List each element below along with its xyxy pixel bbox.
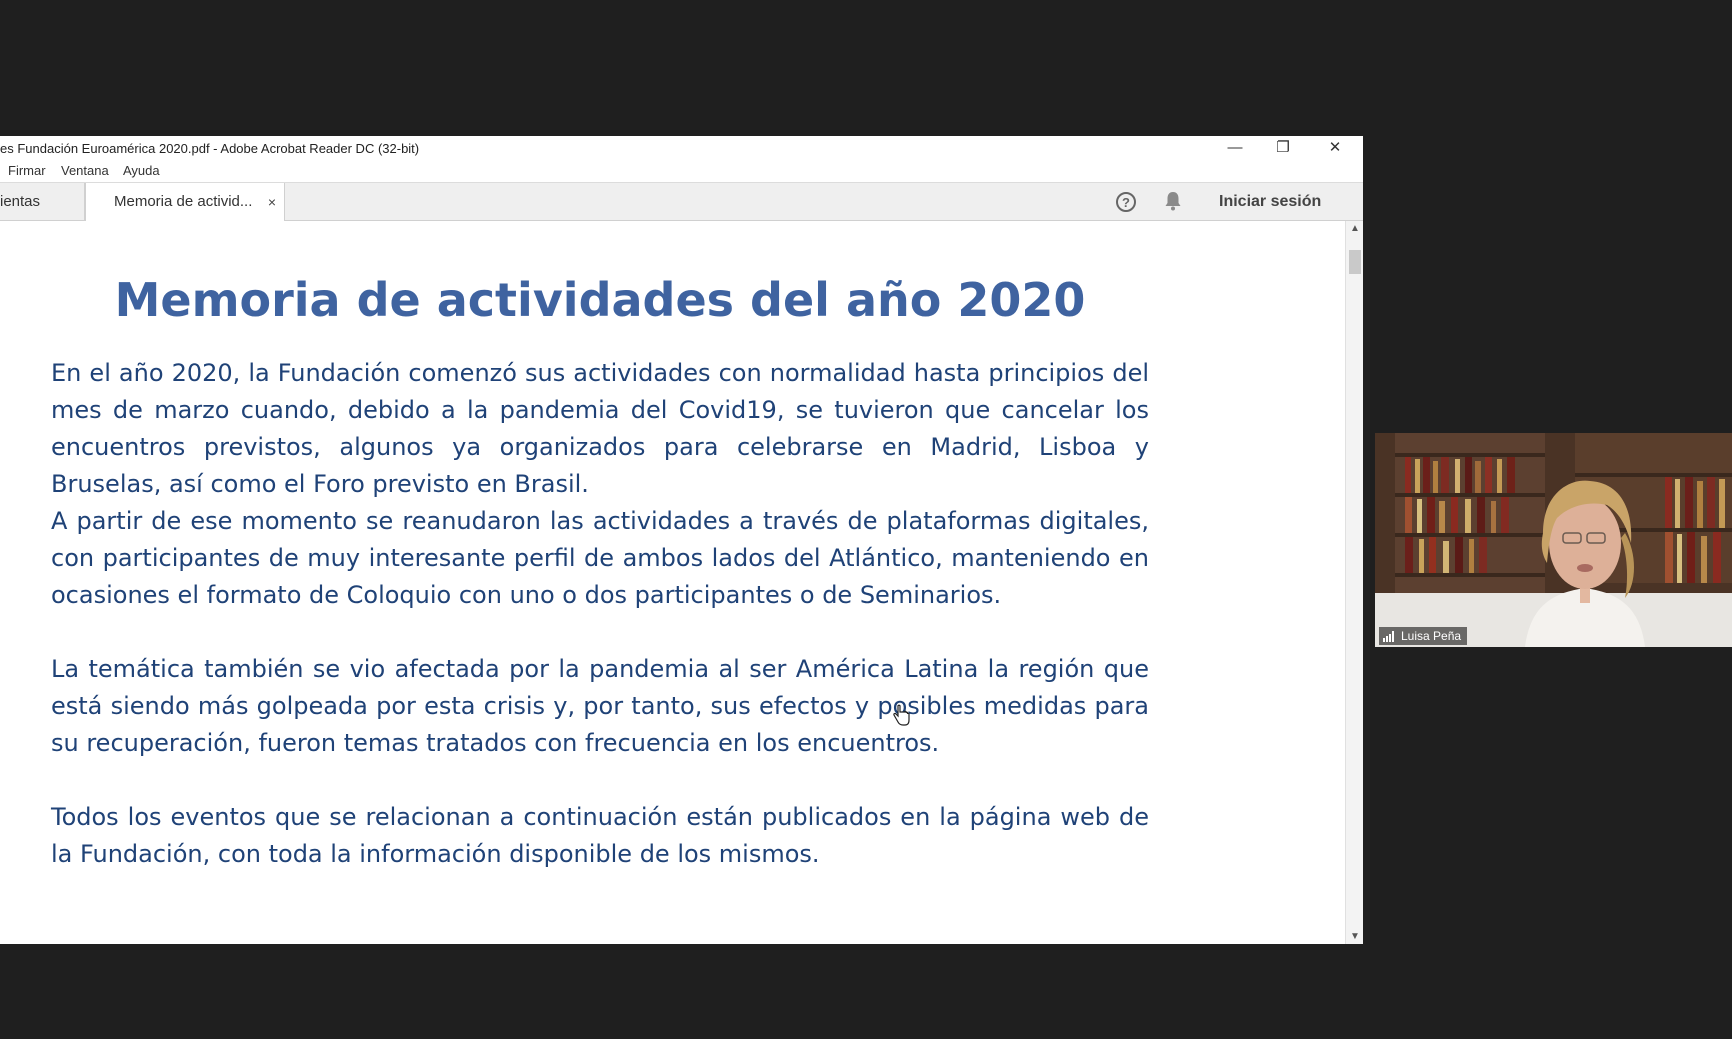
hand-cursor-icon: [893, 704, 910, 726]
scroll-up-icon[interactable]: ▲: [1346, 223, 1363, 234]
menu-ventana[interactable]: Ventana: [61, 163, 109, 178]
tab-document-label: Memoria de activid...: [114, 193, 253, 210]
vertical-scrollbar[interactable]: ▲ ▼: [1345, 221, 1363, 944]
menu-bar: Firmar Ventana Ayuda: [0, 160, 1363, 182]
participant-name: Luisa Peña: [1401, 629, 1462, 643]
paragraph-1: En el año 2020, la Fundación comenzó sus…: [51, 359, 1149, 498]
tab-bar: ientas Memoria de activid... × ? Iniciar…: [0, 182, 1363, 222]
tab-document[interactable]: Memoria de activid... ×: [85, 183, 285, 222]
participant-video-tile[interactable]: Luisa Peña: [1375, 433, 1732, 647]
title-bar: es Fundación Euroamérica 2020.pdf - Adob…: [0, 136, 1363, 160]
paragraph-2: A partir de ese momento se reanudaron la…: [51, 507, 1149, 609]
paragraph-3: La temática también se vio afectada por …: [51, 655, 1149, 757]
participant-name-tag: Luisa Peña: [1379, 627, 1468, 645]
scroll-thumb[interactable]: [1349, 250, 1361, 274]
close-window-button[interactable]: ✕: [1311, 136, 1359, 160]
restore-button[interactable]: ❐: [1259, 136, 1307, 160]
signin-button[interactable]: Iniciar sesión: [1219, 183, 1321, 221]
tab-close-icon[interactable]: ×: [268, 183, 276, 221]
acrobat-window: es Fundación Euroamérica 2020.pdf - Adob…: [0, 136, 1363, 944]
menu-ayuda[interactable]: Ayuda: [123, 163, 160, 178]
tab-tools[interactable]: ientas: [0, 183, 85, 221]
document-title: Memoria de actividades del año 2020: [114, 273, 1086, 327]
window-title: es Fundación Euroamérica 2020.pdf - Adob…: [0, 141, 420, 156]
paragraph-4: Todos los eventos que se relacionan a co…: [51, 803, 1149, 868]
scroll-down-icon[interactable]: ▼: [1346, 931, 1363, 942]
menu-firmar[interactable]: Firmar: [8, 163, 46, 178]
pdf-page: Memoria de actividades del año 2020 En e…: [0, 221, 1345, 944]
participant-video-feed: [1375, 433, 1732, 647]
minimize-button[interactable]: —: [1211, 136, 1259, 160]
bell-icon[interactable]: [1163, 190, 1183, 212]
signal-strength-icon: [1383, 631, 1397, 643]
help-icon[interactable]: ?: [1116, 192, 1136, 212]
